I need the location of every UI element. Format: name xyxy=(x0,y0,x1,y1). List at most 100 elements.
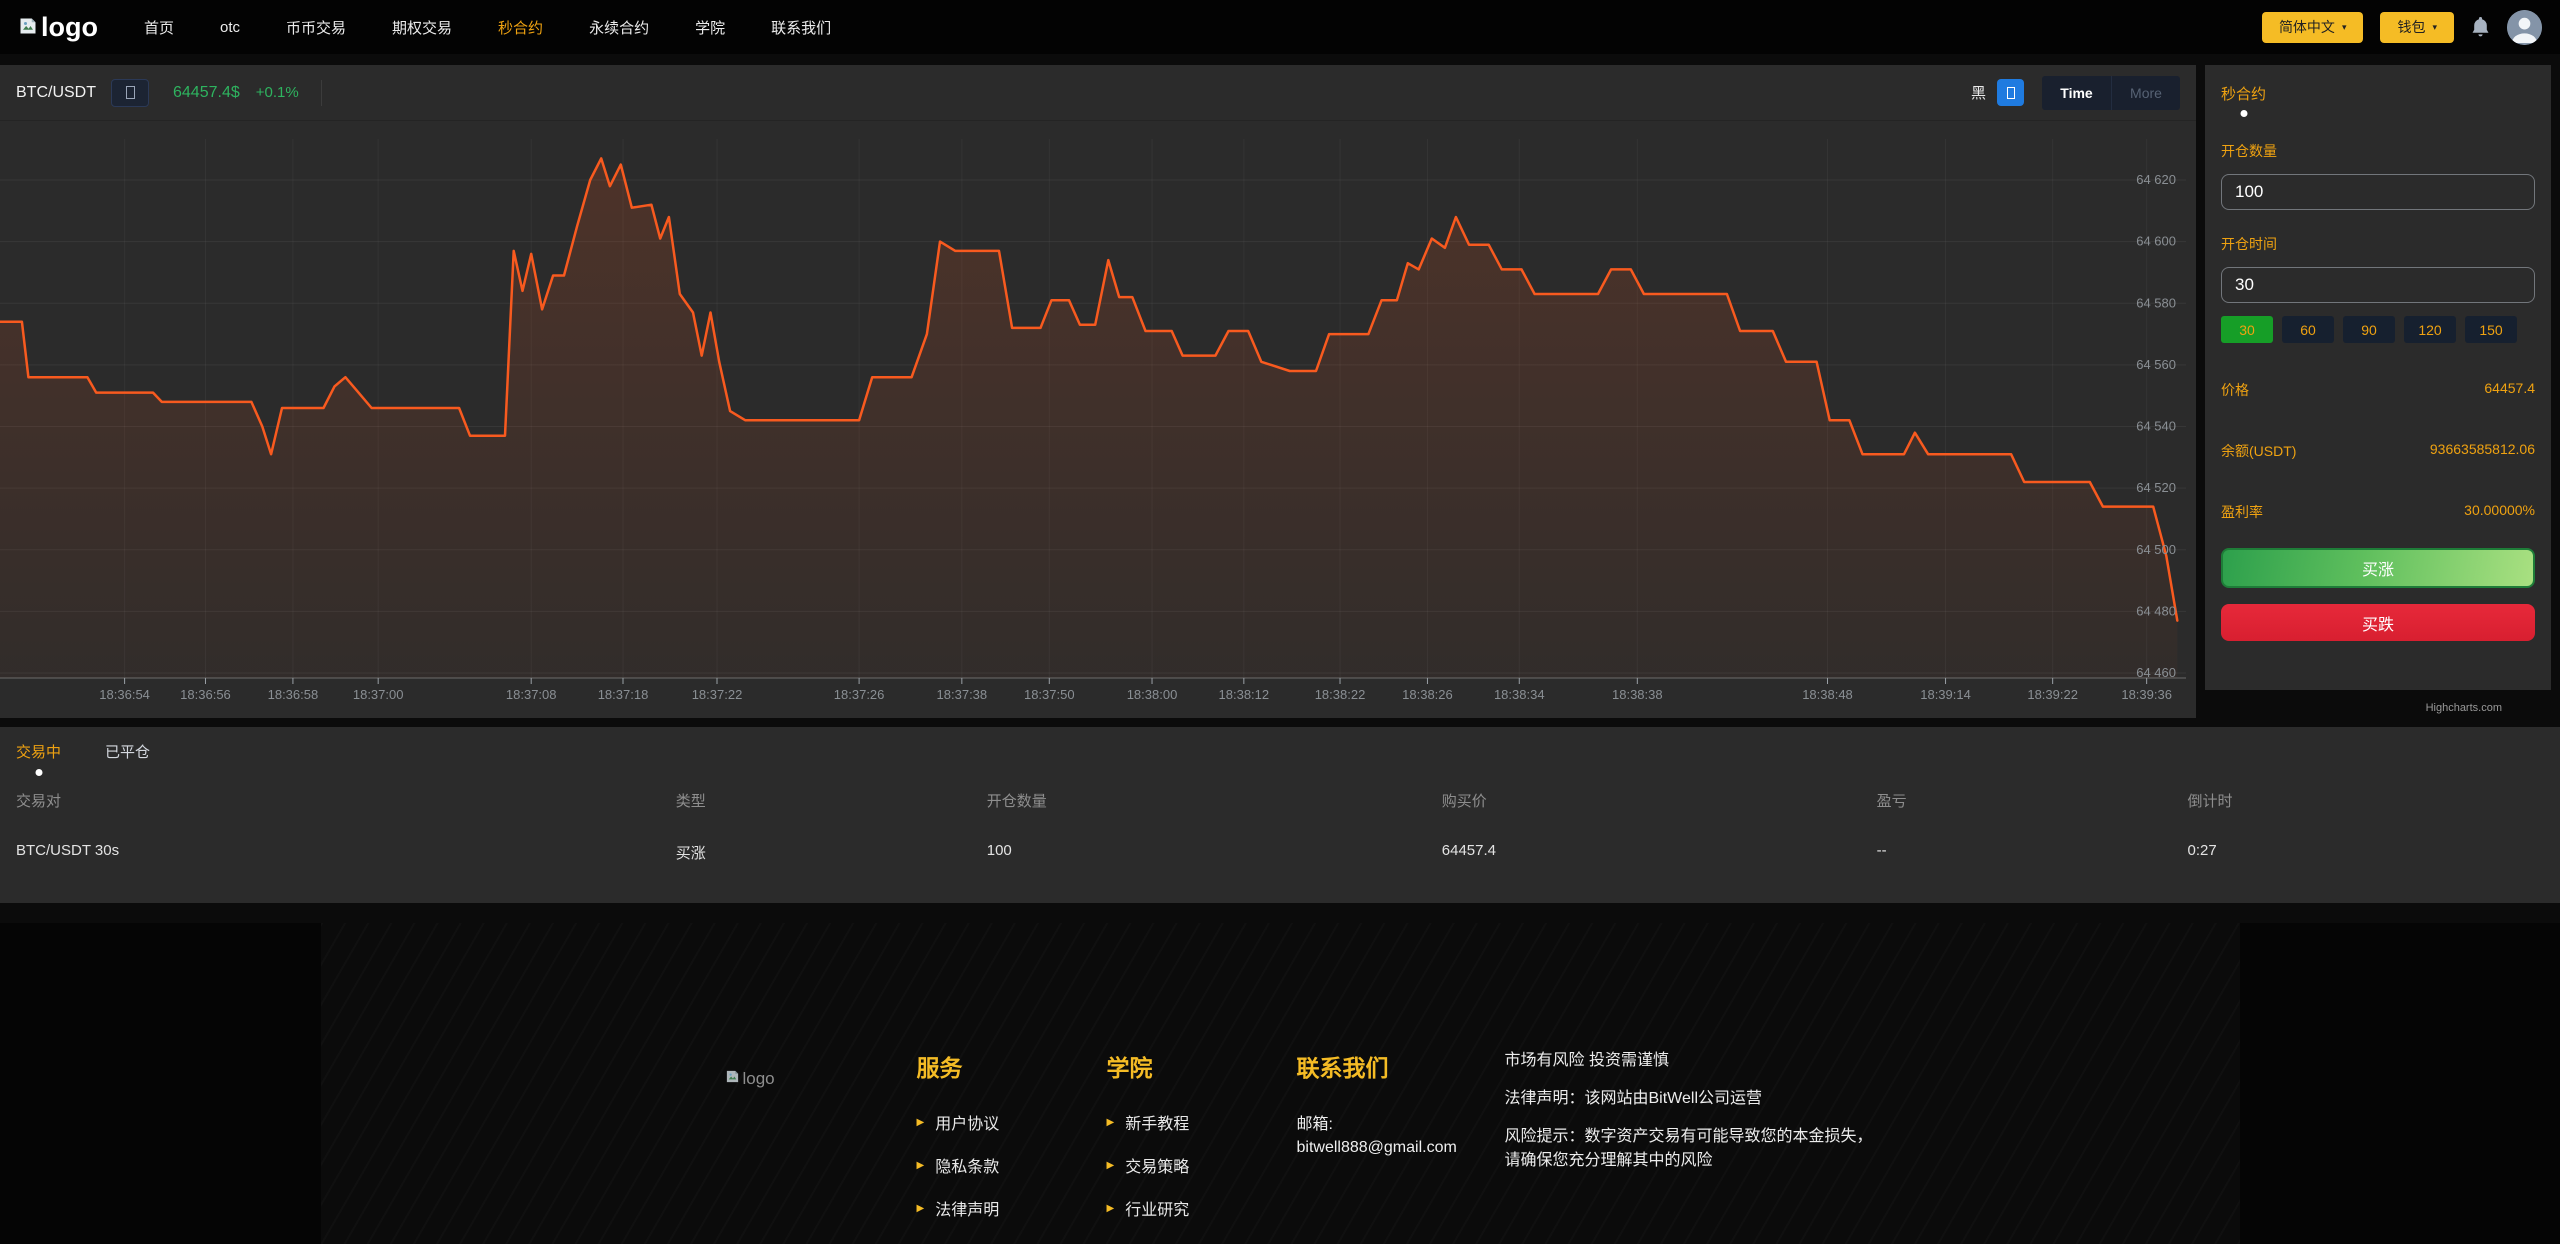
footer-link-label: 新手教程 xyxy=(1125,1110,1189,1134)
footer-contact: 联系我们 邮箱: bitwell888@gmail.com xyxy=(1297,1049,1505,1244)
footer-link-label: 行业研究 xyxy=(1125,1196,1189,1220)
profit-rate-value: 30.00000% xyxy=(2464,502,2535,522)
svg-text:64 560: 64 560 xyxy=(2136,357,2176,372)
highcharts-credit[interactable]: Highcharts.com xyxy=(2426,702,2502,714)
footer-link-交易策略[interactable]: ▶ 交易策略 xyxy=(1107,1153,1297,1177)
svg-text:18:37:50: 18:37:50 xyxy=(1024,687,1075,702)
theme-toggle-button[interactable] xyxy=(1997,79,2024,106)
logo-text: logo xyxy=(41,14,98,41)
duration-button-150[interactable]: 150 xyxy=(2465,316,2517,343)
footer-column-服务: 服务▶用户协议▶隐私条款▶法律声明▶关于我们 xyxy=(917,1049,1107,1244)
footer-link-用户协议[interactable]: ▶用户协议 xyxy=(917,1110,1107,1134)
theme-label: 黑 xyxy=(1971,82,1986,103)
trade-panel: 秒合约 开仓数量 开仓时间 306090120150 价格 64457.4 余额… xyxy=(2205,65,2551,690)
svg-text:18:38:48: 18:38:48 xyxy=(1802,687,1853,702)
buy-up-button[interactable]: 买涨 xyxy=(2221,548,2535,588)
nav-item-期权交易[interactable]: 期权交易 xyxy=(392,17,452,38)
column-header: 开仓数量 xyxy=(987,790,1442,811)
open-time-input[interactable] xyxy=(2221,267,2535,303)
svg-text:18:36:54: 18:36:54 xyxy=(99,687,150,702)
profit-rate-row: 盈利率 30.00000% xyxy=(2221,502,2535,522)
wallet-button[interactable]: 钱包 ▾ xyxy=(2380,12,2454,43)
footer-column-学院: 学院▶新手教程▶交易策略▶行业研究▶市场动态 xyxy=(1107,1049,1297,1244)
arrow-right-icon: ▶ xyxy=(917,1160,925,1171)
header-divider xyxy=(321,80,322,106)
main-content: BTC/USDT 64457.4$ +0.1% 黑 Time More 18:3… xyxy=(0,65,2560,718)
footer-link-关于我们[interactable]: ▶关于我们 xyxy=(917,1239,1107,1244)
table-row: BTC/USDT 30s买涨10064457.4--0:27 xyxy=(16,842,2544,863)
broken-image-icon xyxy=(725,1069,740,1089)
footer-contact-title: 联系我们 xyxy=(1297,1049,1505,1083)
svg-text:18:38:26: 18:38:26 xyxy=(1402,687,1453,702)
price-chart: 18:36:5418:36:5618:36:5818:37:0018:37:08… xyxy=(0,121,2196,717)
table-cell: BTC/USDT 30s xyxy=(16,842,676,863)
tab-more[interactable]: More xyxy=(2111,76,2180,110)
duration-button-120[interactable]: 120 xyxy=(2404,316,2456,343)
svg-text:64 500: 64 500 xyxy=(2136,542,2176,557)
top-navbar: logo 首页 otc 币币交易 期权交易 秒合约 永续合约 学院 联系我们 简体中文 ▾ 钱… xyxy=(0,0,2560,54)
user-avatar[interactable] xyxy=(2507,10,2542,45)
quantity-label: 开仓数量 xyxy=(2221,141,2535,161)
tab-time[interactable]: Time xyxy=(2042,76,2111,110)
placeholder-glyph xyxy=(126,86,135,99)
svg-text:18:38:38: 18:38:38 xyxy=(1612,687,1663,702)
positions-tab-已平仓[interactable]: 已平仓 xyxy=(105,741,150,777)
nav-item-币币交易[interactable]: 币币交易 xyxy=(286,17,346,38)
svg-text:18:38:00: 18:38:00 xyxy=(1127,687,1178,702)
quantity-input[interactable] xyxy=(2221,174,2535,210)
footer-logo[interactable]: logo xyxy=(725,1069,917,1244)
footer-link-label: 关于我们 xyxy=(935,1239,999,1244)
footer-disclaimer: 市场有风险 投资需谨慎法律声明：该网站由BitWell公司运营风险提示：数字资产… xyxy=(1505,1049,1877,1244)
balance-value: 93663585812.06 xyxy=(2430,441,2535,461)
svg-text:18:38:34: 18:38:34 xyxy=(1494,687,1545,702)
footer-link-法律声明[interactable]: ▶ 法律声明 xyxy=(917,1196,1107,1220)
buy-down-button[interactable]: 买跌 xyxy=(2221,604,2535,641)
language-button[interactable]: 简体中文 ▾ xyxy=(2262,12,2364,43)
nav-item-首页[interactable]: 首页 xyxy=(144,17,174,38)
svg-text:18:37:22: 18:37:22 xyxy=(692,687,743,702)
chevron-down-icon: ▾ xyxy=(2342,22,2347,33)
duration-button-60[interactable]: 60 xyxy=(2282,316,2334,343)
svg-text:18:36:56: 18:36:56 xyxy=(180,687,231,702)
footer-link-label: 法律声明 xyxy=(935,1196,999,1220)
nav-item-永续合约[interactable]: 永续合约 xyxy=(589,17,649,38)
svg-text:18:39:14: 18:39:14 xyxy=(1920,687,1971,702)
duration-button-30[interactable]: 30 xyxy=(2221,316,2273,343)
svg-text:64 600: 64 600 xyxy=(2136,234,2176,249)
positions-section: 交易中已平仓 交易对类型开仓数量购买价盈亏倒计时 BTC/USDT 30s买涨1… xyxy=(0,727,2560,903)
nav-item-otc[interactable]: otc xyxy=(220,19,240,36)
svg-text:18:37:00: 18:37:00 xyxy=(353,687,404,702)
column-header: 盈亏 xyxy=(1877,790,2188,811)
arrow-right-icon: ▶ xyxy=(1107,1160,1115,1171)
pair-selector-button[interactable] xyxy=(111,79,149,107)
svg-text:18:39:22: 18:39:22 xyxy=(2027,687,2078,702)
column-header: 购买价 xyxy=(1442,790,1877,811)
svg-text:18:38:12: 18:38:12 xyxy=(1219,687,1270,702)
column-header: 类型 xyxy=(676,790,987,811)
email-label: 邮箱: xyxy=(1297,1110,1505,1134)
arrow-right-icon: ▶ xyxy=(917,1203,925,1214)
positions-tab-交易中[interactable]: 交易中 xyxy=(16,741,61,777)
table-cell: 64457.4 xyxy=(1442,842,1877,863)
nav-item-秒合约[interactable]: 秒合约 xyxy=(498,17,543,38)
svg-text:64 540: 64 540 xyxy=(2136,419,2176,434)
panel-title: 秒合约 xyxy=(2221,83,2266,117)
footer-link-label: 交易策略 xyxy=(1125,1153,1189,1177)
notification-bell-icon[interactable] xyxy=(2471,17,2490,38)
chart-header: BTC/USDT 64457.4$ +0.1% 黑 Time More xyxy=(0,65,2196,121)
footer-link-隐私条款[interactable]: ▶隐私条款 xyxy=(917,1153,1107,1177)
duration-button-90[interactable]: 90 xyxy=(2343,316,2395,343)
footer-link-新手教程[interactable]: ▶新手教程 xyxy=(1107,1110,1297,1134)
svg-text:18:37:18: 18:37:18 xyxy=(598,687,649,702)
footer-link-行业研究[interactable]: ▶行业研究 xyxy=(1107,1196,1297,1220)
logo[interactable]: logo xyxy=(18,14,98,41)
broken-image-icon xyxy=(18,14,38,41)
column-header: 倒计时 xyxy=(2188,790,2544,811)
disclaimer-line: 法律声明：该网站由BitWell公司运营 xyxy=(1505,1087,1877,1112)
nav-item-学院[interactable]: 学院 xyxy=(695,17,725,38)
footer-link-市场动态[interactable]: ▶市场动态 xyxy=(1107,1239,1297,1244)
price-change: +0.1% xyxy=(256,84,299,101)
svg-text:64 580: 64 580 xyxy=(2136,295,2176,310)
nav-item-联系我们[interactable]: 联系我们 xyxy=(771,17,831,38)
footer-column-title: 服务 xyxy=(917,1049,1107,1083)
